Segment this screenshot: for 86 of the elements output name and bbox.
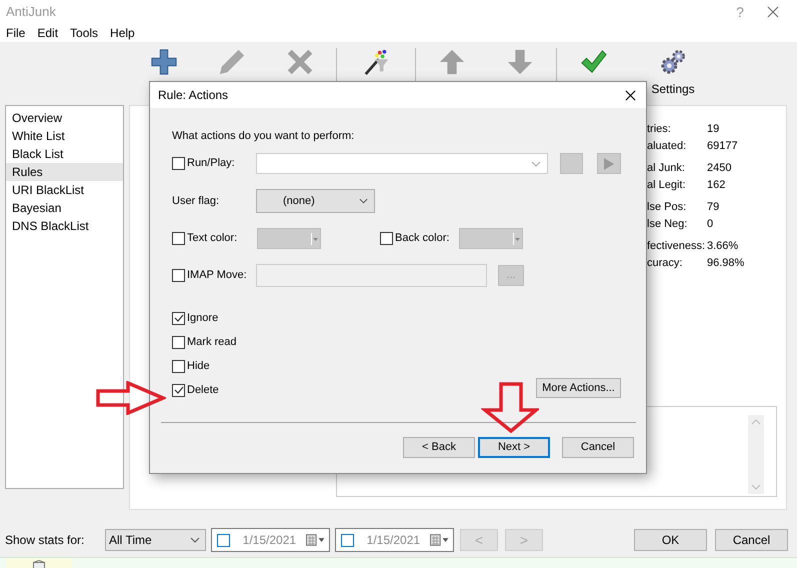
checkbox[interactable]	[172, 312, 185, 324]
checkbox-label[interactable]: Delete	[187, 382, 219, 398]
checkbox-label[interactable]: IMAP Move:	[187, 267, 247, 284]
sidebar-item[interactable]: White List	[6, 127, 123, 145]
play-icon	[603, 156, 615, 170]
user-flag-dropdown[interactable]: (none)	[256, 189, 375, 213]
checkbox[interactable]	[380, 232, 393, 245]
close-icon[interactable]	[625, 90, 636, 100]
sidebar-item[interactable]: Bayesian	[6, 199, 123, 217]
stat-label: fectiveness:	[647, 239, 706, 254]
sidebar-item[interactable]: Overview	[6, 109, 123, 127]
wand-icon[interactable]	[362, 48, 390, 76]
stat-label: aluated:	[647, 139, 688, 154]
stat-label: al Junk:	[647, 161, 686, 176]
stat-label: tries:	[647, 122, 672, 138]
stat-label: lse Neg:	[647, 217, 688, 232]
annotation-arrow	[481, 382, 539, 434]
folder-field[interactable]	[256, 264, 487, 287]
sidebar-item[interactable]: Rules	[6, 163, 123, 181]
checkbox[interactable]	[217, 534, 230, 546]
chevron-down-icon	[359, 198, 368, 204]
calendar-dropdown-icon[interactable]	[430, 534, 449, 546]
sidebar-item[interactable]: DNS BlackList	[6, 217, 123, 235]
color-dropdown[interactable]	[257, 228, 321, 249]
more-actions-button[interactable]: More Actions...	[536, 378, 621, 398]
envelope-icon	[33, 560, 45, 568]
checkbox-label[interactable]: Back color:	[395, 230, 450, 247]
stat-value: 0	[707, 217, 714, 232]
dropdown-value: (none)	[283, 194, 315, 209]
stat-value: 2450	[707, 161, 732, 176]
checkbox-label[interactable]: Run/Play:	[187, 155, 235, 172]
menu-item[interactable]: File	[5, 24, 26, 42]
checkbox-label[interactable]: Ignore	[187, 310, 218, 326]
checkbox[interactable]	[172, 336, 185, 348]
calendar-dropdown-icon[interactable]	[306, 534, 325, 546]
dialog-button[interactable]: Cancel	[562, 437, 634, 458]
window-title: AntiJunk	[6, 3, 56, 22]
stat-value: 19	[707, 122, 720, 138]
checkbox[interactable]	[172, 232, 185, 245]
dialog-prompt: What actions do you want to perform:	[172, 129, 356, 143]
dialog-title: Rule: Actions	[158, 87, 228, 104]
checkmark-icon	[174, 385, 184, 395]
chevron-down-icon	[190, 537, 200, 543]
checkbox[interactable]	[172, 269, 185, 282]
stat-label: lse Pos:	[647, 200, 688, 216]
date-value: 1/15/2021	[366, 532, 422, 549]
period-value: All Time	[109, 532, 152, 549]
stat-value: 3.66%	[707, 239, 738, 254]
sidebar-item[interactable]: URI BlackList	[6, 181, 123, 199]
cancel-button[interactable]: Cancel	[715, 529, 788, 551]
dropdown-arrow-icon	[513, 232, 521, 244]
sidebar-item[interactable]: Black List	[6, 145, 123, 163]
stat-label: al Legit:	[647, 178, 687, 194]
menu-item[interactable]: Edit	[36, 24, 60, 42]
checkmark-icon	[174, 313, 184, 323]
period-dropdown[interactable]: All Time	[105, 529, 206, 551]
ok-button[interactable]: OK	[634, 529, 707, 551]
date-field[interactable]: 1/15/2021	[211, 528, 330, 552]
date-field[interactable]: 1/15/2021	[335, 528, 454, 552]
stat-value: 96.98%	[707, 256, 744, 272]
checkbox[interactable]	[172, 384, 185, 396]
dialog-button[interactable]: Next >	[478, 437, 550, 458]
checkmark-icon[interactable]	[579, 48, 607, 76]
checkbox[interactable]	[341, 534, 354, 546]
dropdown-arrow-icon	[311, 232, 319, 244]
toolbar-button[interactable]: Settings	[651, 80, 695, 98]
plus-icon[interactable]	[150, 48, 178, 76]
chevron-down-icon	[531, 160, 541, 166]
dialog-button[interactable]: < Back	[403, 437, 475, 458]
menu-item[interactable]: Tools	[69, 24, 100, 42]
checkbox-label[interactable]: Hide	[187, 358, 210, 374]
annotation-arrow	[96, 381, 166, 415]
stat-value: 79	[707, 200, 720, 216]
checkbox-label[interactable]: Mark read	[187, 334, 237, 350]
field-label: User flag:	[172, 194, 220, 209]
settings-icon[interactable]	[659, 48, 687, 76]
stat-label: curacy:	[647, 256, 684, 272]
checkbox[interactable]	[172, 157, 185, 170]
stat-value: 162	[707, 178, 726, 194]
checkbox-label[interactable]: Text color:	[187, 230, 238, 247]
checkbox[interactable]	[172, 360, 185, 372]
menu-item[interactable]: Help	[109, 24, 136, 42]
stats-period-label: Show stats for:	[5, 532, 86, 549]
color-dropdown[interactable]	[459, 228, 523, 249]
date-value: 1/15/2021	[242, 532, 298, 549]
stat-value: 69177	[707, 139, 738, 154]
